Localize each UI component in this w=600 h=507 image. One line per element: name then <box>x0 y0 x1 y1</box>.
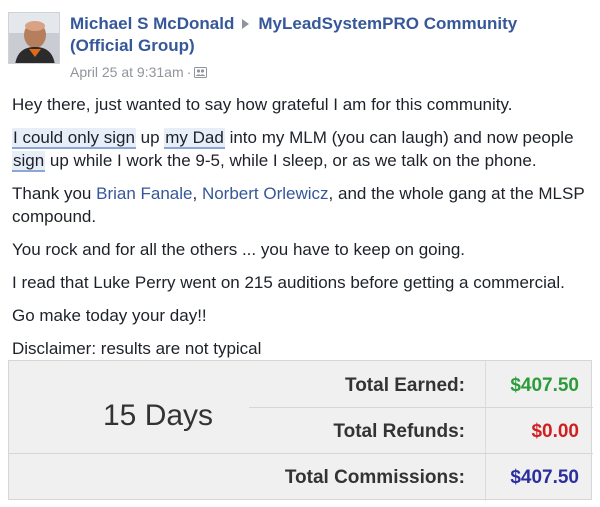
earnings-value: $407.50 <box>510 375 579 396</box>
post-body: Hey there, just wanted to say how gratef… <box>12 93 592 370</box>
earnings-label: Total Commissions: <box>284 467 465 488</box>
avatar[interactable] <box>8 12 60 64</box>
earnings-row: Total Earned: $407.50 <box>9 363 593 407</box>
post-paragraph-5: I read that Luke Perry went on 215 audit… <box>12 273 565 292</box>
text-span: Thank you <box>12 184 97 203</box>
text-span: up <box>135 128 165 147</box>
arrow-right-icon <box>242 19 250 30</box>
group-link-line1[interactable]: MyLeadSystemPRO Community <box>258 14 517 33</box>
author-link[interactable]: Michael S McDonald <box>70 14 234 33</box>
highlight-phrase: I could only sign <box>12 128 136 149</box>
post-paragraph-6: Go make today your day!! <box>12 306 207 325</box>
highlight-phrase: sign <box>12 151 46 172</box>
mention-link-brian[interactable]: Brian Fanale <box>96 184 192 203</box>
group-audience-icon[interactable] <box>194 67 208 78</box>
highlight-phrase: my Dad <box>164 128 225 149</box>
profile-photo <box>9 13 59 63</box>
post-header: Michael S McDonald MyLeadSystemPRO Commun… <box>8 8 592 88</box>
earnings-label: Total Earned: <box>345 375 465 396</box>
group-link-line2[interactable]: (Official Group) <box>70 36 195 55</box>
row-divider <box>9 453 593 454</box>
post-paragraph-7: Disclaimer: results are not typical <box>12 339 262 358</box>
mention-link-norbert[interactable]: Norbert Orlewicz <box>202 184 329 203</box>
text-span: into my MLM (you can laugh) and now peop… <box>224 128 574 147</box>
post-meta: April 25 at 9:31am · <box>70 63 208 81</box>
earnings-row: Total Commissions: $407.50 <box>9 455 593 499</box>
earnings-value: $407.50 <box>510 467 579 488</box>
post-paragraph-4: You rock and for all the others ... you … <box>12 240 466 259</box>
post-paragraph-3: Thank you Brian Fanale, Norbert Orlewicz… <box>12 182 592 228</box>
text-span: up while I work the 9-5, while I sleep, … <box>45 151 537 170</box>
post-timestamp[interactable]: April 25 at 9:31am <box>70 64 184 80</box>
earnings-row: Total Refunds: $0.00 <box>9 409 593 453</box>
earnings-label: Total Refunds: <box>333 421 465 442</box>
post-paragraph-2: I could only sign up my Dad into my MLM … <box>12 126 592 172</box>
post-paragraph-1: Hey there, just wanted to say how gratef… <box>12 95 513 114</box>
text-span: , <box>192 184 202 203</box>
earnings-screenshot: 15 Days Total Earned: $407.50 Total Refu… <box>8 360 593 501</box>
earnings-value: $0.00 <box>531 421 579 442</box>
row-divider <box>249 407 593 408</box>
post-author-line: Michael S McDonald MyLeadSystemPRO Commun… <box>70 13 590 57</box>
meta-separator: · <box>186 64 192 80</box>
